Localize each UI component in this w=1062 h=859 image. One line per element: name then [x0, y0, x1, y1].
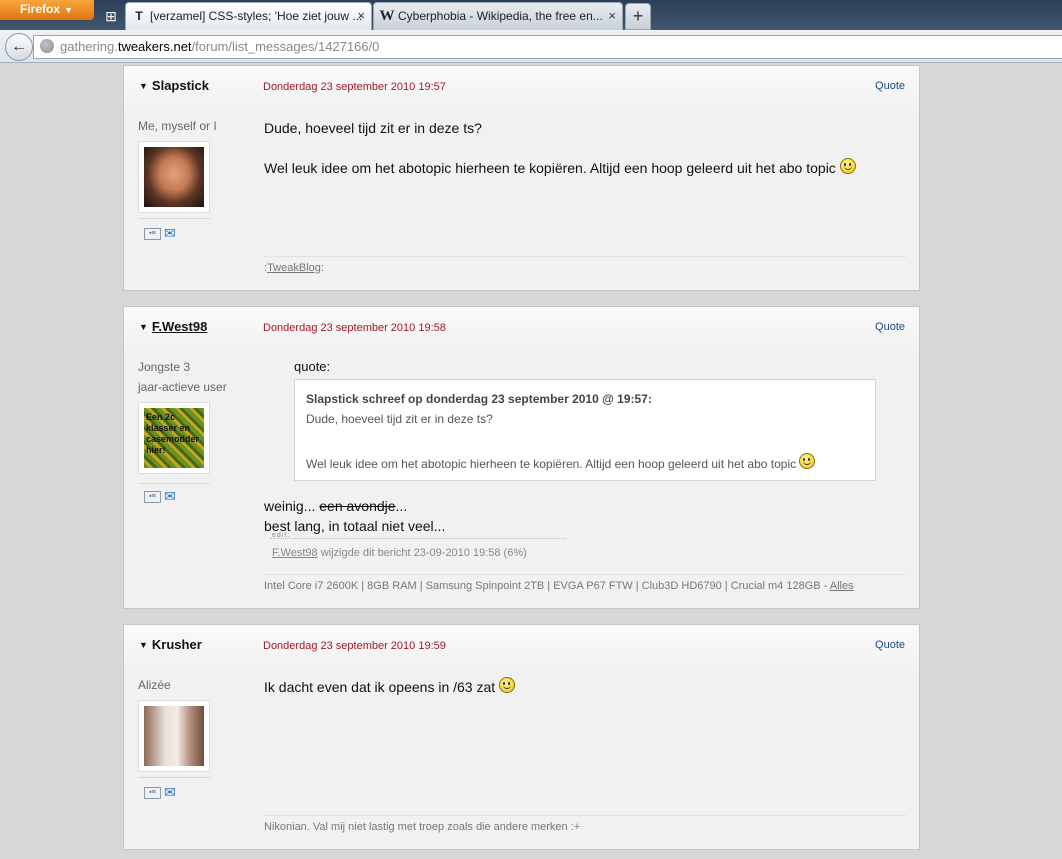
wikipedia-favicon-icon: W: [379, 8, 395, 24]
avatar-image: Een 2c klasser en casemodder hier!: [144, 408, 204, 468]
signature-divider: [264, 815, 906, 816]
edit-label: edit:: [272, 532, 291, 539]
tab-wikipedia[interactable]: W Cyberphobia - Wikipedia, the free en...…: [373, 2, 623, 30]
quote-block: Slapstick schreef op donderdag 23 septem…: [294, 379, 876, 481]
chevron-down-icon: ▼: [64, 5, 73, 15]
signature: Intel Core i7 2600K | 8GB RAM | Samsung …: [264, 580, 854, 592]
forum-post: ▼ F.West98 Donderdag 23 september 2010 19…: [123, 306, 920, 609]
signature-more-link[interactable]: Alles: [830, 580, 854, 592]
post-author[interactable]: ▼ Krusher: [139, 637, 202, 652]
post-date: Donderdag 23 september 2010 19:58: [263, 322, 446, 334]
private-message-icon[interactable]: ✉: [164, 224, 181, 242]
post-author[interactable]: ▼ Slapstick: [139, 78, 209, 93]
signature: Nikonian. Val mij niet lastig met troep …: [264, 821, 581, 833]
triangle-down-icon: ▼: [139, 640, 148, 650]
post-body-line: Wel leuk idee om het abotopic hierheen t…: [264, 158, 856, 178]
tweakblog-link[interactable]: TweakBlog: [267, 262, 321, 274]
private-message-icon[interactable]: ✉: [164, 783, 181, 801]
smiley-icon: [799, 453, 816, 469]
quote-link[interactable]: Quote: [875, 639, 905, 651]
profile-card-icon[interactable]: ▪≡: [144, 787, 161, 799]
private-message-icon[interactable]: ✉: [164, 487, 181, 505]
tab-tweakers[interactable]: T [verzamel] CSS-styles; 'Hoe ziet jouw .…: [125, 2, 372, 30]
navigation-bar: ← gathering.tweakers.net/forum/list_mess…: [0, 30, 1062, 63]
back-arrow-icon[interactable]: ←: [5, 33, 33, 61]
avatar[interactable]: Een 2c klasser en casemodder hier!: [138, 402, 210, 474]
tab-bar: Firefox ▼ ⊞ T [verzamel] CSS-styles; 'Hoe …: [0, 0, 1062, 30]
post-header: [124, 625, 919, 671]
post-header: [124, 307, 919, 353]
url-text: gathering.tweakers.net/forum/list_messag…: [60, 39, 380, 54]
edit-text: F.West98 wijzigde dit bericht 23-09-2010…: [272, 547, 527, 559]
avatar[interactable]: [138, 700, 210, 772]
quote-link[interactable]: Quote: [875, 321, 905, 333]
avatar-image: [144, 706, 204, 766]
close-tab-icon[interactable]: ×: [357, 3, 365, 29]
quoted-text-line: Dude, hoeveel tijd zit er in deze ts?: [306, 412, 493, 426]
forum-post: ▼ Slapstick Donderdag 23 september 2010 1…: [123, 65, 920, 291]
url-bar[interactable]: gathering.tweakers.net/forum/list_messag…: [33, 35, 1062, 59]
avatar-image: [144, 147, 204, 207]
user-title: Me, myself or I: [138, 119, 217, 133]
new-tab-button[interactable]: +: [625, 3, 651, 30]
quoted-text-line: Wel leuk idee om het abotopic hierheen t…: [306, 453, 816, 471]
tab-groups-icon[interactable]: ⊞: [100, 6, 122, 26]
signature-divider: [264, 256, 906, 257]
smiley-icon: [839, 158, 856, 174]
post-date: Donderdag 23 september 2010 19:59: [263, 640, 446, 652]
firefox-menu-label: Firefox: [20, 2, 61, 16]
quoted-author: Slapstick schreef op donderdag 23 septem…: [306, 392, 652, 406]
avatar[interactable]: [138, 141, 210, 213]
signature-divider: [264, 574, 906, 575]
forum-post: ▼ Krusher Donderdag 23 september 2010 19:…: [123, 624, 920, 850]
post-body-line: best lang, in totaal niet veel...: [264, 518, 446, 534]
post-body-line: Dude, hoeveel tijd zit er in deze ts?: [264, 120, 482, 136]
editor-link[interactable]: F.West98: [272, 547, 318, 559]
user-title: Alizée: [138, 678, 171, 692]
triangle-down-icon: ▼: [139, 81, 148, 91]
post-date: Donderdag 23 september 2010 19:57: [263, 81, 446, 93]
post-author[interactable]: ▼ F.West98: [139, 319, 207, 334]
triangle-down-icon: ▼: [139, 322, 148, 332]
firefox-menu-button[interactable]: Firefox ▼: [0, 0, 94, 20]
post-body-line: Ik dacht even dat ik opeens in /63 zat: [264, 677, 516, 697]
tweakers-favicon-icon: T: [135, 9, 143, 23]
quote-label: quote:: [294, 359, 331, 374]
quote-link[interactable]: Quote: [875, 80, 905, 92]
profile-card-icon[interactable]: ▪≡: [144, 491, 161, 503]
tab-title: Cyberphobia - Wikipedia, the free en...: [398, 9, 603, 23]
tab-title: [verzamel] CSS-styles; 'Hoe ziet jouw ..…: [150, 9, 363, 23]
divider: [138, 218, 210, 219]
user-title: Jongste 3 jaar-actieve user: [138, 360, 227, 394]
divider: [138, 483, 210, 484]
tongue-smiley-icon: [499, 677, 516, 693]
edit-notice: edit: F.West98 wijzigde dit bericht 23-0…: [270, 532, 566, 559]
signature: :TweakBlog:: [264, 262, 324, 274]
profile-card-icon[interactable]: ▪≡: [144, 228, 161, 240]
close-tab-icon[interactable]: ×: [608, 3, 616, 29]
divider: [138, 777, 210, 778]
globe-icon: [40, 39, 54, 53]
user-icons: ▪≡ ✉: [144, 783, 181, 801]
user-icons: ▪≡ ✉: [144, 224, 181, 242]
user-icons: ▪≡ ✉: [144, 487, 181, 505]
post-header: [124, 66, 919, 112]
post-body-line: weinig... een avondje...: [264, 498, 408, 514]
avatar-caption: Een 2c klasser en casemodder hier!: [146, 412, 200, 455]
